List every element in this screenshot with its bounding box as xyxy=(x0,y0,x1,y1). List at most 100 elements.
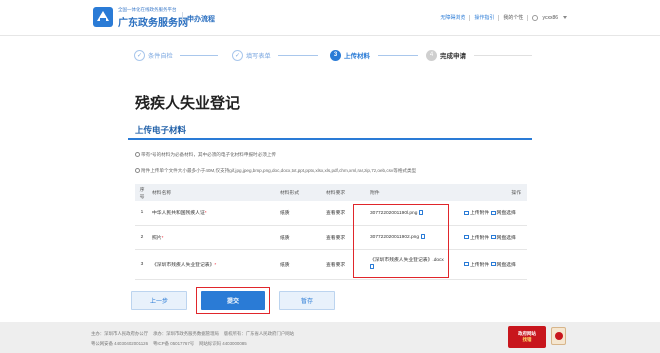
previous-step-button[interactable]: 上一步 xyxy=(131,291,187,310)
col-no: 序号 xyxy=(135,184,149,201)
folder-icon xyxy=(490,262,496,267)
highlight-box-attachments xyxy=(353,204,449,278)
folder-icon xyxy=(490,235,496,240)
step-connector xyxy=(378,55,418,56)
divider xyxy=(527,14,529,21)
step-number: 4 xyxy=(426,49,437,61)
col-attachment: 附件 xyxy=(367,184,461,201)
emblem-icon xyxy=(555,332,563,340)
header-divider xyxy=(182,12,183,24)
material-name-text: 中华人民共和国残疾人证 xyxy=(152,211,205,217)
row-number: 2 xyxy=(135,225,149,250)
step-1: ✓ 条件自检 xyxy=(134,47,173,63)
folder-icon xyxy=(490,210,496,215)
netdisk-button[interactable]: 网盘选择 xyxy=(490,262,516,268)
footer-organizer: 承办：深圳市政务服务数据管理局 xyxy=(152,331,219,336)
step-label: 上传材料 xyxy=(344,53,370,60)
actions-cell: 上传附件 网盘选择 xyxy=(461,249,527,280)
footer-police-record[interactable]: 粤公网安备 44030402001126 xyxy=(91,341,148,346)
upload-button[interactable]: 上传附件 xyxy=(464,235,489,241)
check-icon: ✓ xyxy=(232,49,243,61)
material-name: 中华人民共和国残疾人证* xyxy=(149,201,277,226)
step-connector xyxy=(474,55,532,56)
table-row: 3 《深圳市残疾人失业登记表》* 纸质 查看要求 《深圳市残疾人失业登记表》.d… xyxy=(135,249,527,280)
required-mark: * xyxy=(214,262,217,268)
submit-button[interactable]: 提交 xyxy=(201,291,265,310)
page-title: 残疾人失业登记 xyxy=(135,95,241,112)
footer-icp[interactable]: 粤ICP备 05017767号 xyxy=(153,341,194,346)
required-mark: * xyxy=(161,235,164,241)
section-underline xyxy=(128,138,532,140)
step-number: 3 xyxy=(330,49,341,61)
col-requirement: 材料要求 xyxy=(323,184,367,201)
actions-cell: 上传附件 网盘选择 xyxy=(461,201,527,226)
col-actions: 操作 xyxy=(461,184,527,201)
divider xyxy=(469,14,471,21)
note-required: 带有*号的材料为必备材料，其中必须的电子化材料申报时必须上传 xyxy=(135,152,276,158)
check-icon: ✓ xyxy=(134,49,145,61)
gov-logo-icon xyxy=(93,7,113,27)
netdisk-label: 网盘选择 xyxy=(496,262,516,268)
footer-line-2: 粤公网安备 44030402001126 粤ICP备 05017767号 网站标… xyxy=(91,341,247,347)
upload-label: 上传附件 xyxy=(470,262,490,268)
divider xyxy=(498,14,500,21)
material-form: 纸质 xyxy=(277,201,323,226)
upload-icon xyxy=(464,262,469,267)
gov-site-error-badge[interactable]: 政府网站 找错 xyxy=(508,326,546,348)
step-3: 3 上传材料 xyxy=(330,47,370,63)
note-text: 带有*号的材料为必备材料，其中必须的电子化材料申报时必须上传 xyxy=(141,152,277,157)
upload-icon xyxy=(464,210,469,215)
step-2: ✓ 填写表单 xyxy=(232,47,271,63)
step-connector xyxy=(180,55,218,56)
row-number: 1 xyxy=(135,201,149,226)
party-emblem-icon[interactable] xyxy=(551,327,566,345)
footer-site-code: 网站标识码 4403000085 xyxy=(199,341,247,346)
upload-button[interactable]: 上传附件 xyxy=(464,210,490,217)
required-mark: * xyxy=(204,211,207,217)
badge-label: 找错 xyxy=(522,336,532,342)
guide-link[interactable]: 操作指引 xyxy=(474,14,494,21)
materials-table: 序号 材料名称 材料形式 材料要求 附件 操作 1 中华人民共和国残疾人证* 纸… xyxy=(135,184,527,280)
step-label: 填写表单 xyxy=(246,52,271,60)
netdisk-button[interactable]: 网盘选择 xyxy=(490,210,516,217)
col-form: 材料形式 xyxy=(277,184,323,201)
my-space-link[interactable]: 我的个性 xyxy=(503,14,523,21)
footer-host: 主办：深圳市人民政府办公厅 xyxy=(91,331,149,336)
netdisk-label: 网盘选择 xyxy=(496,235,516,241)
row-number: 3 xyxy=(135,249,149,280)
step-connector xyxy=(278,55,318,56)
step-label: 条件自检 xyxy=(148,52,173,60)
accessibility-link[interactable]: 无障碍浏览 xyxy=(440,14,465,21)
step-4: 4 完成申请 xyxy=(426,47,466,63)
material-name-text: 照片 xyxy=(152,235,162,241)
actions-cell: 上传附件 网盘选择 xyxy=(461,225,527,250)
info-icon xyxy=(135,168,140,174)
table-row: 2 照片* 纸质 查看要求 307722020011902.png 上传附件 网… xyxy=(135,225,527,250)
footer-copyright: 版权所有：广东省人民政府门户网站 xyxy=(223,331,295,336)
progress-steps: ✓ 条件自检 ✓ 填写表单 3 上传材料 4 完成申请 xyxy=(128,47,532,63)
brand-name[interactable]: 广东政务服务网 xyxy=(118,14,188,29)
username-link[interactable]: ycxx86 xyxy=(542,15,558,21)
save-draft-button[interactable]: 暂存 xyxy=(279,291,335,310)
netdisk-button[interactable]: 网盘选择 xyxy=(490,235,516,241)
netdisk-label: 网盘选择 xyxy=(496,211,516,217)
header-subtitle: 申办流程 xyxy=(187,16,215,23)
top-links: 无障碍浏览 操作指引 我的个性 ycxx86 xyxy=(440,14,567,21)
note-file-types: 附件上传单个文件大小最多小于40M,仅支持gif,jpg,jpeg,bmp,pn… xyxy=(135,168,416,174)
note-text: 附件上传单个文件大小最多小于40M,仅支持gif,jpg,jpeg,bmp,pn… xyxy=(141,168,417,173)
material-name-text: 《深圳市残疾人失业登记表》 xyxy=(152,262,215,268)
material-name: 《深圳市残疾人失业登记表》* xyxy=(149,249,277,280)
table-row: 1 中华人民共和国残疾人证* 纸质 查看要求 30772202001190l.p… xyxy=(135,201,527,226)
top-header: 全国一体化在线政务服务平台 广东政务服务网 申办流程 无障碍浏览 操作指引 我的… xyxy=(0,0,660,36)
material-name: 照片* xyxy=(149,225,277,250)
step-label: 完成申请 xyxy=(440,53,466,60)
section-title: 上传电子材料 xyxy=(135,125,187,135)
col-name: 材料名称 xyxy=(149,184,277,201)
upload-icon xyxy=(464,235,469,240)
upload-label: 上传附件 xyxy=(470,211,490,217)
material-form: 纸质 xyxy=(277,249,323,280)
info-icon xyxy=(135,152,140,158)
upload-button[interactable]: 上传附件 xyxy=(464,262,490,268)
material-form: 纸质 xyxy=(277,225,323,250)
chevron-down-icon[interactable] xyxy=(563,16,567,19)
